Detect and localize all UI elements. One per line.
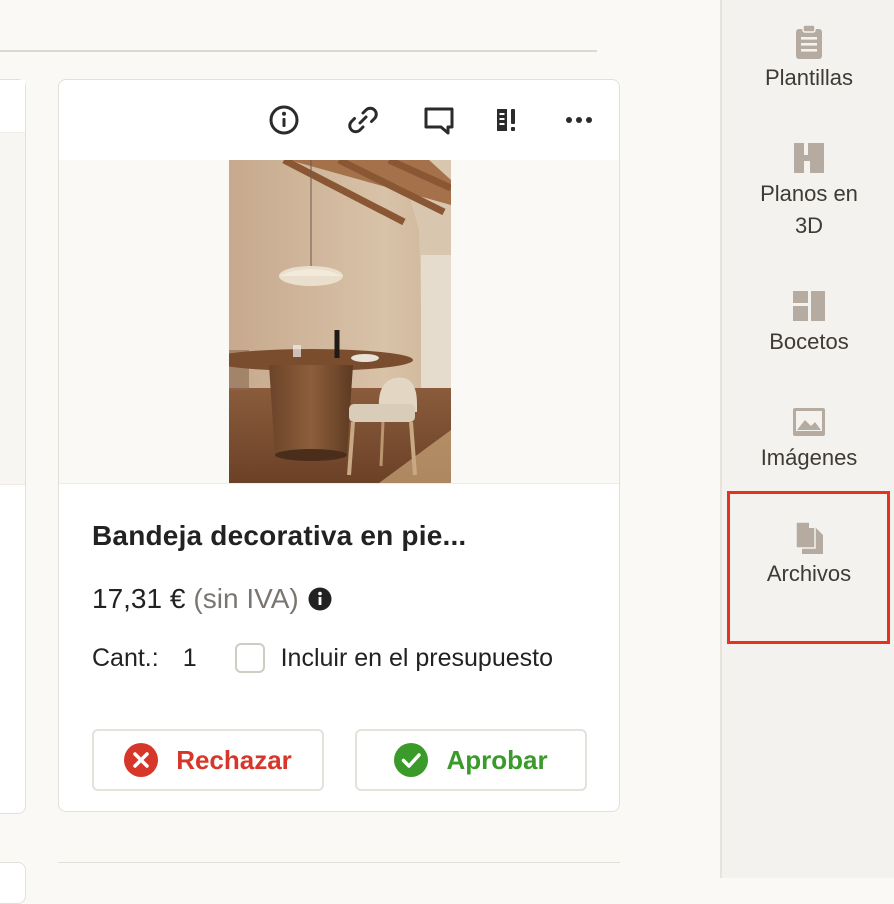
price-tax-note: (sin IVA) bbox=[193, 583, 299, 614]
link-button[interactable] bbox=[345, 102, 381, 138]
approve-label: Aprobar bbox=[446, 744, 548, 775]
sidebar-label-bocetos: Bocetos bbox=[769, 329, 849, 354]
sidebar-item-imagenes[interactable]: Imágenes bbox=[722, 402, 894, 474]
sketches-icon bbox=[722, 286, 894, 326]
sidebar-item-archivos[interactable]: Archivos bbox=[722, 518, 894, 590]
card-toolbar bbox=[59, 80, 619, 160]
sidebar-item-planos-3d[interactable]: Planos en 3D bbox=[722, 138, 894, 242]
main-content-area: Bandeja decorativa en pie... 17,31 € (si… bbox=[0, 0, 720, 904]
include-budget-label[interactable]: Incluir en el presupuesto bbox=[281, 644, 553, 673]
quantity-label: Cant.: bbox=[92, 643, 159, 672]
product-card: Bandeja decorativa en pie... 17,31 € (si… bbox=[58, 79, 620, 812]
product-title[interactable]: Bandeja decorativa en pie... bbox=[92, 520, 592, 552]
comment-icon bbox=[424, 107, 454, 135]
compare-icon bbox=[497, 109, 515, 131]
price-row: 17,31 € (sin IVA) bbox=[92, 582, 332, 616]
link-icon bbox=[348, 106, 378, 134]
sidebar-label-planos-3d: Planos en 3D bbox=[760, 181, 858, 238]
info-button[interactable] bbox=[266, 102, 302, 138]
floorplan-icon bbox=[722, 138, 894, 178]
approve-check-icon bbox=[394, 743, 429, 777]
right-sidebar: Plantillas Planos en 3D Bocetos Imágenes… bbox=[720, 0, 894, 878]
sidebar-label-imagenes: Imágenes bbox=[760, 445, 858, 470]
sidebar-item-bocetos[interactable]: Bocetos bbox=[722, 286, 894, 358]
approve-button[interactable]: Aprobar bbox=[355, 729, 587, 791]
price-value: 17,31 € bbox=[92, 583, 186, 614]
product-image[interactable] bbox=[229, 160, 451, 483]
reject-x-icon bbox=[124, 743, 159, 777]
sidebar-label-archivos: Archivos bbox=[766, 561, 852, 586]
next-row-card-left[interactable] bbox=[0, 862, 26, 904]
quantity-value: 1 bbox=[182, 643, 197, 672]
compare-button[interactable] bbox=[490, 102, 526, 138]
image-icon bbox=[722, 402, 894, 442]
more-icon bbox=[566, 117, 592, 123]
more-options-button[interactable] bbox=[561, 102, 597, 138]
quantity-row: Cant.: 1 Incluir en el presupuesto bbox=[92, 642, 553, 674]
sidebar-item-plantillas[interactable]: Plantillas bbox=[722, 22, 894, 94]
clipboard-icon bbox=[722, 22, 894, 62]
reject-button[interactable]: Rechazar bbox=[92, 729, 324, 791]
comment-button[interactable] bbox=[421, 102, 457, 138]
info-icon bbox=[269, 105, 299, 135]
price-info-icon[interactable] bbox=[308, 587, 332, 611]
next-row-card[interactable] bbox=[58, 862, 620, 903]
files-icon bbox=[722, 518, 894, 558]
sidebar-label-plantillas: Plantillas bbox=[764, 65, 854, 90]
reject-label: Rechazar bbox=[176, 744, 292, 775]
top-divider bbox=[0, 50, 597, 52]
product-image-area bbox=[59, 160, 619, 484]
previous-product-card[interactable] bbox=[0, 79, 26, 814]
include-budget-checkbox[interactable] bbox=[234, 643, 265, 673]
